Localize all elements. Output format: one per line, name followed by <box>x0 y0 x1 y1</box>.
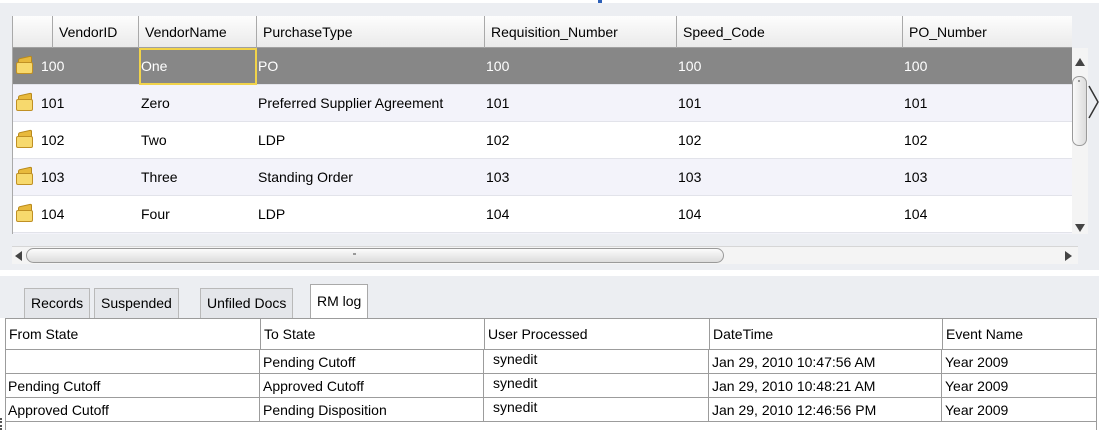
cell-requisition-number[interactable]: 101 <box>485 85 677 122</box>
column-header-speed-code[interactable]: Speed_Code <box>677 16 903 48</box>
edge-marker <box>0 418 3 430</box>
tab-suspended[interactable]: Suspended <box>94 288 179 318</box>
top-edge <box>0 0 1099 3</box>
splitter-handle[interactable] <box>530 270 570 283</box>
cell-event-name[interactable]: Year 2009 <box>942 350 1097 374</box>
table-row[interactable]: 104 Four LDP 104 104 104 <box>13 196 1072 233</box>
folder-icon <box>16 166 35 185</box>
table-row[interactable]: 102 Two LDP 102 102 102 <box>13 122 1072 159</box>
column-header-user-processed[interactable]: User Processed <box>485 319 710 349</box>
column-header-datetime[interactable]: DateTime <box>710 319 943 349</box>
rm-log-header: From State To State User Processed DateT… <box>5 318 1097 350</box>
cell-to-state[interactable]: Approved Cutoff <box>260 374 484 398</box>
cell-purchasetype[interactable]: PO <box>257 48 485 85</box>
tab-rm-log[interactable]: RM log <box>310 284 369 318</box>
cell-to-state[interactable]: Pending Cutoff <box>260 350 484 374</box>
cell-from-state[interactable] <box>5 350 260 374</box>
tab-records[interactable]: Records <box>24 288 91 318</box>
column-header-to-state[interactable]: To State <box>261 319 485 349</box>
table-row[interactable]: Pending Cutoff Approved Cutoff synedit J… <box>5 374 1097 398</box>
cell-datetime[interactable]: Jan 29, 2010 10:47:56 AM <box>709 350 942 374</box>
table-row[interactable]: 101 Zero Preferred Supplier Agreement 10… <box>13 85 1072 122</box>
cell-requisition-number[interactable]: 100 <box>485 48 677 85</box>
scroll-left-arrow-icon[interactable] <box>15 251 22 261</box>
cell-purchasetype[interactable]: Preferred Supplier Agreement <box>257 85 485 122</box>
vendor-grid-panel: VendorID VendorName PurchaseType Requisi… <box>0 0 1099 270</box>
table-row-partial[interactable] <box>13 233 1072 234</box>
cell-po-number[interactable]: 101 <box>903 85 1072 122</box>
cell-from-state[interactable]: Pending Cutoff <box>5 374 260 398</box>
scroll-grip-icon <box>1078 80 1080 82</box>
horizontal-scrollbar[interactable] <box>12 246 1078 264</box>
cell-event-name[interactable]: Year 2009 <box>942 398 1097 422</box>
folder-icon <box>16 92 35 111</box>
column-header-event-name[interactable]: Event Name <box>943 319 1098 349</box>
column-header-po-number[interactable]: PO_Number <box>903 16 1072 48</box>
table-row[interactable]: Approved Cutoff Pending Disposition syne… <box>5 398 1097 422</box>
cell-vendorname[interactable]: Zero <box>140 85 257 122</box>
cell-requisition-number[interactable]: 102 <box>485 122 677 159</box>
cell-vendorid[interactable]: 101 <box>40 85 138 122</box>
cell-po-number[interactable]: 100 <box>903 48 1072 85</box>
cell-vendorid[interactable]: 102 <box>40 122 138 159</box>
cell-po-number[interactable]: 102 <box>903 122 1072 159</box>
cell-vendorname[interactable]: One <box>139 48 257 85</box>
scroll-up-arrow-icon[interactable] <box>1075 58 1085 66</box>
cell-speed-code[interactable]: 101 <box>677 85 903 122</box>
vendor-grid[interactable]: VendorID VendorName PurchaseType Requisi… <box>12 16 1072 234</box>
column-header-from-state[interactable]: From State <box>6 319 261 349</box>
cell-vendorname[interactable]: Three <box>140 159 257 196</box>
cell-purchasetype[interactable]: LDP <box>257 122 485 159</box>
cell-requisition-number[interactable]: 103 <box>485 159 677 196</box>
folder-icon <box>16 129 35 148</box>
cell-purchasetype[interactable]: Standing Order <box>257 159 485 196</box>
column-header-requisition-number[interactable]: Requisition_Number <box>485 16 677 48</box>
cell-event-name[interactable]: Year 2009 <box>942 374 1097 398</box>
table-row[interactable]: Pending Cutoff synedit Jan 29, 2010 10:4… <box>5 350 1097 374</box>
cell-speed-code[interactable]: 102 <box>677 122 903 159</box>
cell-user-processed[interactable]: synedit <box>484 350 709 374</box>
cell-vendorname[interactable]: Four <box>140 196 257 233</box>
cell-speed-code[interactable]: 100 <box>677 48 903 85</box>
cell-user-processed[interactable]: synedit <box>484 398 709 422</box>
horizontal-scroll-thumb[interactable] <box>26 248 724 263</box>
cell-speed-code[interactable]: 103 <box>677 159 903 196</box>
tab-bar: Records Suspended Unfiled Docs RM log <box>0 276 1099 318</box>
cell-vendorid[interactable]: 104 <box>40 196 138 233</box>
vertical-scrollbar[interactable] <box>1072 48 1088 234</box>
cell-user-processed[interactable]: synedit <box>484 374 709 398</box>
cell-speed-code[interactable]: 104 <box>677 196 903 233</box>
cell-requisition-number[interactable]: 104 <box>485 196 677 233</box>
rm-log-panel: From State To State User Processed DateT… <box>0 318 1099 430</box>
column-header-vendorname[interactable]: VendorName <box>139 16 257 48</box>
row-header-corner[interactable] <box>13 16 53 48</box>
cell-datetime[interactable]: Jan 29, 2010 10:48:21 AM <box>709 374 942 398</box>
cell-vendorname[interactable]: Two <box>140 122 257 159</box>
cell-po-number[interactable]: 104 <box>903 196 1072 233</box>
cell-po-number[interactable]: 103 <box>903 159 1072 196</box>
top-edge-marker <box>598 0 602 3</box>
vertical-scroll-thumb[interactable] <box>1072 76 1087 146</box>
cell-vendorid[interactable]: 100 <box>40 48 138 85</box>
scroll-down-arrow-icon[interactable] <box>1075 224 1085 232</box>
cell-vendorid[interactable]: 103 <box>40 159 138 196</box>
tab-unfiled-docs[interactable]: Unfiled Docs <box>200 288 294 318</box>
cell-purchasetype[interactable]: LDP <box>257 196 485 233</box>
vendor-grid-header: VendorID VendorName PurchaseType Requisi… <box>13 16 1072 48</box>
table-row[interactable]: 103 Three Standing Order 103 103 103 <box>13 159 1072 196</box>
scroll-right-arrow-icon[interactable] <box>1065 251 1072 261</box>
table-row[interactable]: 100 One PO 100 100 100 <box>13 48 1072 85</box>
cell-datetime[interactable]: Jan 29, 2010 12:46:56 PM <box>709 398 942 422</box>
column-header-vendorid[interactable]: VendorID <box>53 16 139 48</box>
scroll-grip-icon <box>353 253 356 255</box>
cell-from-state[interactable]: Approved Cutoff <box>5 398 260 422</box>
mouse-pointer-icon <box>1088 85 1099 119</box>
cell-to-state[interactable]: Pending Disposition <box>260 398 484 422</box>
column-header-purchasetype[interactable]: PurchaseType <box>257 16 485 48</box>
folder-icon <box>16 203 35 222</box>
folder-icon <box>16 55 35 74</box>
